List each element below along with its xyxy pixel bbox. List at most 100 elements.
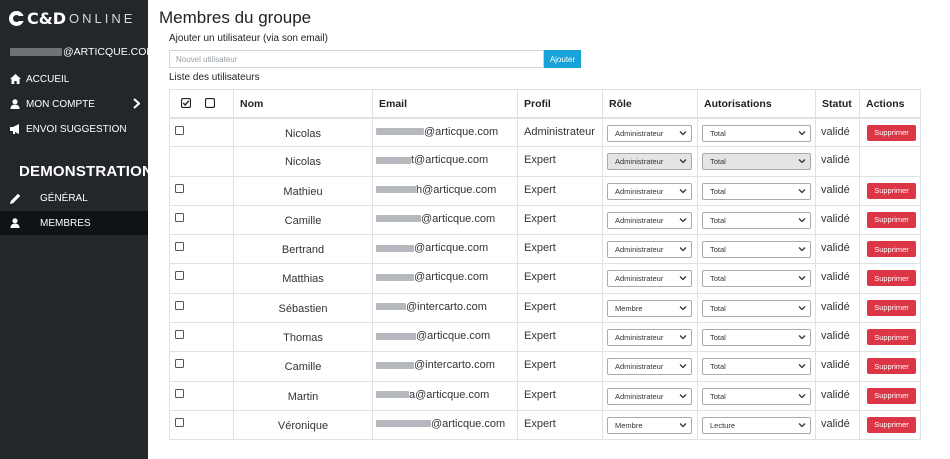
role-select[interactable]: Administrateur <box>607 241 692 259</box>
new-user-email-input[interactable] <box>169 50 544 68</box>
nav-membres[interactable]: MEMBRES <box>0 211 148 235</box>
delete-user-button[interactable]: Supprimer <box>867 211 916 228</box>
row-checkbox[interactable] <box>175 330 184 340</box>
row-checkbox[interactable] <box>175 388 184 398</box>
user-name: Camille <box>233 351 373 382</box>
authorization-select-value: Total <box>710 128 726 138</box>
delete-user-button[interactable]: Supprimer <box>867 182 916 199</box>
delete-user-button[interactable]: Supprimer <box>867 124 916 141</box>
role-cell: Membre <box>602 292 698 324</box>
chevron-down-icon <box>679 304 687 314</box>
actions-cell: Supprimer <box>859 409 921 441</box>
role-select-value: Administrateur <box>615 391 664 401</box>
role-select[interactable]: Membre <box>607 416 692 434</box>
role-select[interactable]: Administrateur <box>607 358 692 376</box>
authorization-cell: Total <box>697 204 816 236</box>
role-select[interactable]: Administrateur <box>607 270 692 288</box>
authorization-select-value: Total <box>710 245 726 255</box>
role-select[interactable]: Administrateur <box>607 124 692 142</box>
role-select[interactable]: Administrateur <box>607 211 692 229</box>
user-profil: Expert <box>517 409 603 441</box>
authorization-select[interactable]: Total <box>702 358 811 376</box>
app-logo[interactable]: C&D ONLINE <box>9 7 135 29</box>
chevron-down-icon <box>679 157 687 167</box>
delete-user-button[interactable]: Supprimer <box>867 358 916 375</box>
row-checkbox[interactable] <box>175 271 184 281</box>
authorization-select[interactable]: Lecture <box>702 416 811 434</box>
authorization-select[interactable]: Total <box>702 299 811 317</box>
select-all-icon[interactable] <box>180 97 192 111</box>
authorization-select[interactable]: Total <box>702 329 811 347</box>
user-status: validé <box>815 204 860 236</box>
authorization-select[interactable]: Total <box>702 182 811 200</box>
authorization-select[interactable]: Total <box>702 387 811 405</box>
user-profil: Expert <box>517 322 603 353</box>
chevron-down-icon <box>798 129 806 139</box>
role-select[interactable]: Membre <box>607 299 692 317</box>
authorization-select[interactable]: Total <box>702 241 811 259</box>
row-select-cell <box>169 380 234 411</box>
row-checkbox[interactable] <box>175 125 184 135</box>
user-name: Mathieu <box>233 175 373 206</box>
nav-envoi-suggestion[interactable]: ENVOI SUGGESTION <box>0 118 148 140</box>
authorization-select[interactable]: Total <box>702 211 811 229</box>
chevron-down-icon <box>798 362 806 372</box>
chevron-down-icon <box>798 157 806 167</box>
user-email-cell: @intercarto.com <box>372 351 518 382</box>
logo-c-icon <box>9 10 25 26</box>
row-select-cell <box>169 175 234 206</box>
row-checkbox[interactable] <box>175 417 184 427</box>
nav-mon-compte[interactable]: MON COMPTE <box>0 93 148 115</box>
redacted-email-prefix <box>376 215 421 223</box>
user-name: Matthias <box>233 263 373 294</box>
delete-user-button[interactable]: Supprimer <box>867 299 916 316</box>
row-checkbox[interactable] <box>175 359 184 369</box>
pencil-icon <box>9 192 21 204</box>
authorization-select[interactable]: Total <box>702 124 811 142</box>
authorization-cell: Total <box>697 175 816 206</box>
chevron-down-icon <box>798 245 806 255</box>
sidebar: C&D ONLINE @ARTICQUE.COM ACCUEIL MON COM… <box>0 0 155 459</box>
user-email-cell: h@articque.com <box>372 175 518 206</box>
role-select-value: Administrateur <box>615 274 664 284</box>
row-checkbox[interactable] <box>175 212 184 222</box>
main-content: Membres du groupe Ajouter un utilisateur… <box>148 0 950 459</box>
user-profil: Expert <box>517 146 603 177</box>
delete-user-button[interactable]: Supprimer <box>867 329 916 346</box>
role-select[interactable]: Administrateur <box>607 387 692 405</box>
user-status: validé <box>815 380 860 411</box>
delete-user-button[interactable]: Supprimer <box>867 241 916 258</box>
actions-cell <box>859 146 921 177</box>
user-name: Sébastien <box>233 292 373 324</box>
nav-general[interactable]: GÉNÉRAL <box>0 186 148 210</box>
delete-user-button[interactable]: Supprimer <box>867 416 916 433</box>
column-header-role: Rôle <box>602 89 698 119</box>
user-profil: Expert <box>517 380 603 411</box>
user-profil: Expert <box>517 234 603 265</box>
role-cell: Administrateur <box>602 116 698 148</box>
user-email-domain: t@articque.com <box>411 154 489 167</box>
row-checkbox[interactable] <box>175 242 184 252</box>
table-row: Véronique @articque.com Expert Membre Lectur… <box>169 409 921 441</box>
add-user-label: Ajouter un utilisateur (via son email) <box>169 33 328 44</box>
role-select-value: Administrateur <box>615 333 664 343</box>
delete-user-button[interactable]: Supprimer <box>867 387 916 404</box>
row-checkbox[interactable] <box>175 300 184 310</box>
table-row: Camille @articque.com Expert Administrateur… <box>169 204 921 236</box>
redacted-email-prefix <box>376 244 414 252</box>
role-select[interactable]: Administrateur <box>607 329 692 347</box>
redacted-email-prefix <box>376 303 406 311</box>
chevron-down-icon <box>679 362 687 372</box>
role-select[interactable]: Administrateur <box>607 182 692 200</box>
add-user-button[interactable]: Ajouter <box>544 50 581 68</box>
row-checkbox[interactable] <box>175 183 184 193</box>
deselect-all-icon[interactable] <box>204 97 216 111</box>
row-select-cell <box>169 204 234 236</box>
delete-user-button[interactable]: Supprimer <box>867 270 916 287</box>
nav-accueil[interactable]: ACCUEIL <box>0 68 148 90</box>
user-status: validé <box>815 116 860 148</box>
authorization-select[interactable]: Total <box>702 270 811 288</box>
row-select-cell <box>169 292 234 324</box>
logo-online-text: ONLINE <box>68 10 136 26</box>
chevron-down-icon <box>679 392 687 402</box>
